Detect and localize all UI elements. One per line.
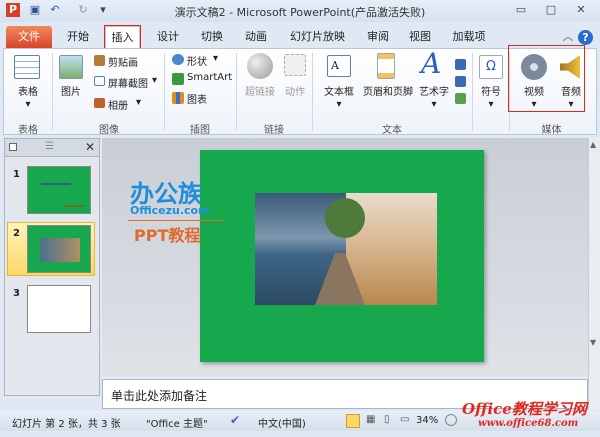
tab-animations[interactable]: 动画 <box>236 26 276 48</box>
media-highlight-box <box>508 45 585 112</box>
picture-icon <box>59 55 83 79</box>
reading-view-icon[interactable]: ▯ <box>384 414 390 425</box>
watermark-sub: PPT教程 <box>134 226 201 245</box>
slide-thumbnail-3[interactable] <box>27 285 91 333</box>
action-icon <box>284 54 306 76</box>
watermark-url: Officezu.com <box>130 204 210 217</box>
slide-number: 3 <box>13 288 20 299</box>
table-button[interactable]: 表格 <box>8 83 48 98</box>
screenshot-icon <box>94 76 105 86</box>
vertical-scrollbar[interactable]: ▲ ▼ <box>588 138 600 410</box>
group-label-illustrations: 插图 <box>190 125 210 136</box>
textbox-icon: A <box>327 55 351 77</box>
current-slide[interactable] <box>200 150 484 362</box>
tab-slideshow[interactable]: 幻灯片放映 <box>285 26 350 48</box>
title-bar: P ▣ ↶ ↻ ▾ 演示文稿2 - Microsoft PowerPoint(产… <box>0 0 600 22</box>
close-pane-icon[interactable]: ✕ <box>85 140 95 154</box>
dropdown-arrow-icon: ▾ <box>336 99 342 110</box>
header-footer-button[interactable]: 页眉和页脚 <box>360 83 416 98</box>
maximize-button[interactable]: □ <box>542 3 560 17</box>
object-icon[interactable] <box>455 93 466 104</box>
slide-number: 2 <box>13 228 20 239</box>
slides-tab[interactable] <box>9 143 17 151</box>
clipart-button[interactable]: 剪贴画 <box>108 54 138 69</box>
tab-view[interactable]: 视图 <box>400 26 440 48</box>
spellcheck-icon[interactable]: ✔ <box>230 413 240 427</box>
notes-placeholder[interactable]: 单击此处添加备注 <box>111 387 207 404</box>
minimize-button[interactable]: ▭ <box>512 3 530 17</box>
zoom-level[interactable]: 34% <box>416 415 438 426</box>
shapes-icon <box>172 54 184 65</box>
symbol-button[interactable]: 符号 <box>474 83 508 98</box>
smartart-icon <box>172 73 184 85</box>
slide-info: 幻灯片 第 2 张，共 3 张 <box>12 419 121 430</box>
dropdown-arrow-icon: ▾ <box>25 99 31 110</box>
tab-file[interactable]: 文件 <box>6 26 52 48</box>
theme-name[interactable]: "Office 主题" <box>146 415 208 430</box>
picture-button[interactable]: 图片 <box>54 83 88 98</box>
symbol-icon: Ω <box>479 55 503 79</box>
group-label-images: 图像 <box>99 125 119 136</box>
screenshot-dropdown-icon[interactable]: ▾ <box>152 75 157 86</box>
tab-review[interactable]: 审阅 <box>358 26 398 48</box>
dropdown-arrow-icon: ▾ <box>488 99 494 110</box>
slide-number: 1 <box>13 169 20 180</box>
normal-view-icon[interactable] <box>346 414 360 428</box>
chart-icon <box>172 92 184 104</box>
help-icon[interactable]: ? <box>578 30 593 45</box>
tab-insert[interactable]: 插入 <box>104 25 141 49</box>
slide-thumbnail-2[interactable] <box>27 225 91 273</box>
outline-tab-icon[interactable]: ☰ <box>45 141 54 152</box>
action-button[interactable]: 动作 <box>280 83 310 98</box>
album-button[interactable]: 相册 <box>108 97 128 112</box>
chart-button[interactable]: 图表 <box>187 91 207 106</box>
tab-transitions[interactable]: 切换 <box>192 26 232 48</box>
slideshow-icon[interactable]: ▭ <box>400 414 409 425</box>
hyperlink-button[interactable]: 超链接 <box>240 83 280 98</box>
group-label-table: 表格 <box>18 125 38 136</box>
group-label-links: 链接 <box>264 125 284 136</box>
wordart-button[interactable]: 艺术字 <box>414 83 454 98</box>
table-icon <box>14 55 40 79</box>
slide-editor: 办公族 Officezu.com PPT教程 <box>102 138 588 376</box>
shapes-dropdown-icon[interactable]: ▾ <box>213 53 218 64</box>
album-dropdown-icon[interactable]: ▾ <box>136 97 141 108</box>
watermark-office68: Office教程学习网 <box>462 400 587 418</box>
slide-thumbnail-1[interactable] <box>27 166 91 214</box>
close-button[interactable]: ✕ <box>572 3 590 17</box>
album-icon <box>94 98 105 108</box>
smartart-button[interactable]: SmartArt <box>187 72 232 83</box>
date-time-icon[interactable] <box>455 59 466 70</box>
tab-home[interactable]: 开始 <box>58 26 98 48</box>
zoom-out-icon[interactable] <box>445 414 457 426</box>
tab-design[interactable]: 设计 <box>148 26 188 48</box>
textbox-button[interactable]: 文本框 <box>316 83 362 98</box>
tab-addins[interactable]: 加载项 <box>446 26 492 48</box>
watermark-office68-url: www.office68.com <box>478 418 579 429</box>
shapes-button[interactable]: 形状 <box>187 53 207 68</box>
language[interactable]: 中文(中国) <box>258 415 306 430</box>
window-title: 演示文稿2 - Microsoft PowerPoint(产品激活失败) <box>174 6 426 19</box>
group-label-media: 媒体 <box>541 125 562 136</box>
header-footer-icon <box>377 53 395 79</box>
slides-pane: ☰ ✕ 1 2 3 <box>4 138 100 396</box>
clipart-icon <box>94 55 105 66</box>
dropdown-arrow-icon: ▾ <box>431 99 437 110</box>
screenshot-button[interactable]: 屏幕截图 <box>108 75 148 90</box>
hyperlink-icon <box>247 53 273 79</box>
slide-picture[interactable] <box>255 193 437 305</box>
slide-sorter-icon[interactable]: ▦ <box>366 414 375 425</box>
wordart-icon: A <box>421 47 442 80</box>
slide-number-icon[interactable] <box>455 76 466 87</box>
group-label-text: 文本 <box>382 125 402 136</box>
